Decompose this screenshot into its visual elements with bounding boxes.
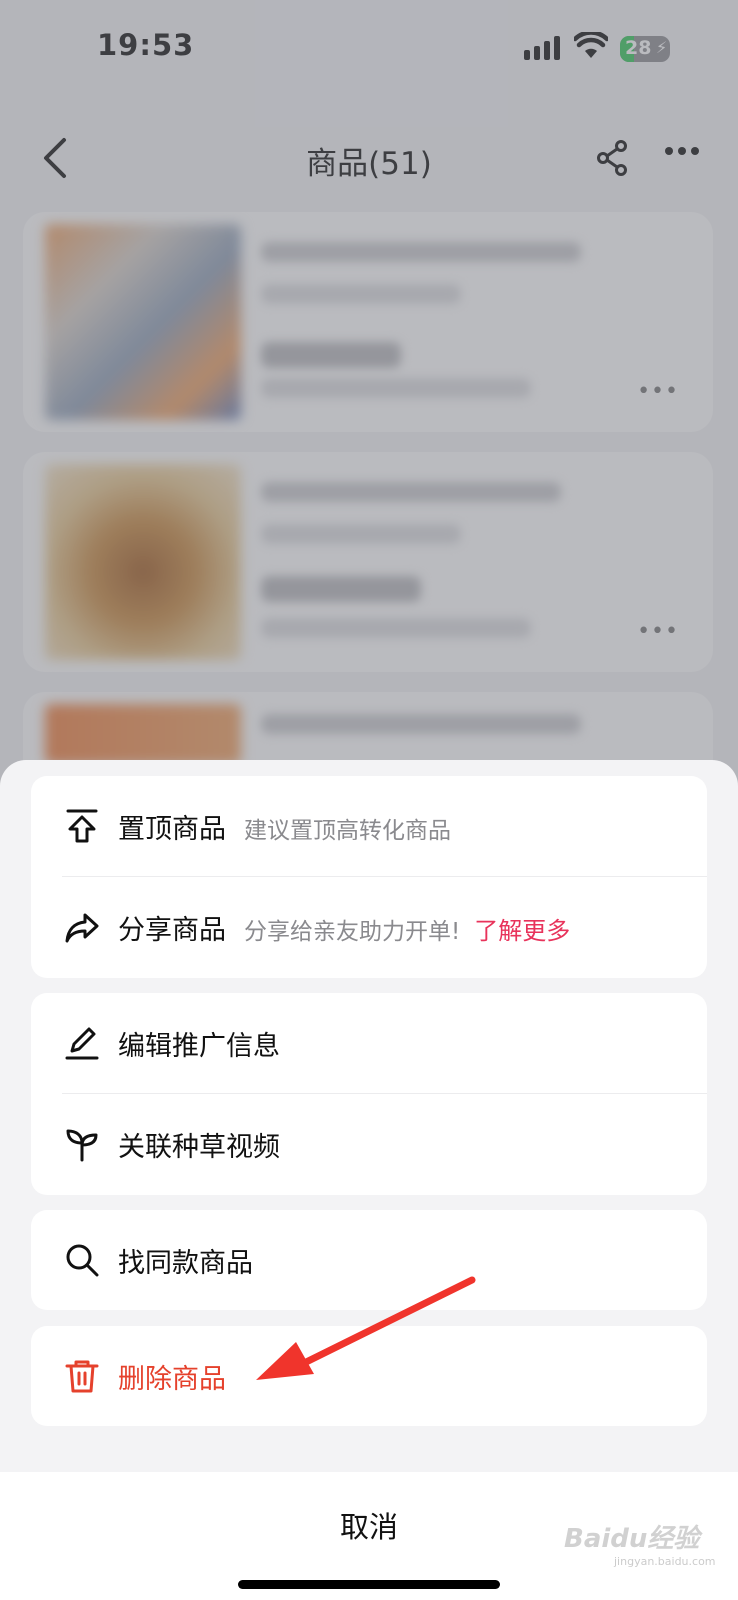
- trash-icon: [65, 1360, 99, 1393]
- watermark-brand: Baidu经验: [564, 1524, 700, 1554]
- find-same-label: 找同款商品: [118, 1248, 253, 1279]
- watermark: Baidu经验 jingyan.baidu.com: [564, 1518, 716, 1568]
- link-video-label: 关联种草视频: [118, 1132, 280, 1163]
- pin-top-icon: [66, 809, 98, 843]
- link-video-item[interactable]: 关联种草视频: [31, 1094, 707, 1194]
- share-product-label: 分享商品: [118, 915, 226, 946]
- pin-product-hint: 建议置顶高转化商品: [244, 818, 451, 844]
- learn-more-link[interactable]: 了解更多: [474, 917, 570, 945]
- action-group-edit: 编辑推广信息 关联种草视频: [31, 993, 707, 1195]
- share-product-hint: 分享给亲友助力开单!: [244, 919, 461, 945]
- pencil-icon: [65, 1027, 99, 1060]
- edit-promo-info-item[interactable]: 编辑推广信息: [31, 993, 707, 1093]
- watermark-url: jingyan.baidu.com: [614, 1555, 716, 1568]
- pin-product-label: 置顶商品: [118, 814, 226, 845]
- edit-promo-info-label: 编辑推广信息: [118, 1031, 280, 1062]
- home-indicator: [238, 1580, 500, 1589]
- modal-overlay[interactable]: [0, 0, 738, 800]
- delete-product-label: 删除商品: [118, 1364, 226, 1395]
- search-icon: [66, 1244, 99, 1277]
- share-product-item[interactable]: 分享商品 分享给亲友助力开单! 了解更多: [31, 877, 707, 977]
- pin-product-item[interactable]: 置顶商品 建议置顶高转化商品: [31, 776, 707, 876]
- sprout-icon: [66, 1129, 98, 1162]
- annotation-arrow-icon: [256, 1276, 476, 1380]
- product-list-page: 19:53 28 ⚡ 商品(51) ••• •••: [0, 0, 738, 912]
- action-group-promote: 置顶商品 建议置顶高转化商品 分享商品 分享给亲友助力开单! 了解更多: [31, 776, 707, 978]
- share-arrow-icon: [65, 913, 99, 943]
